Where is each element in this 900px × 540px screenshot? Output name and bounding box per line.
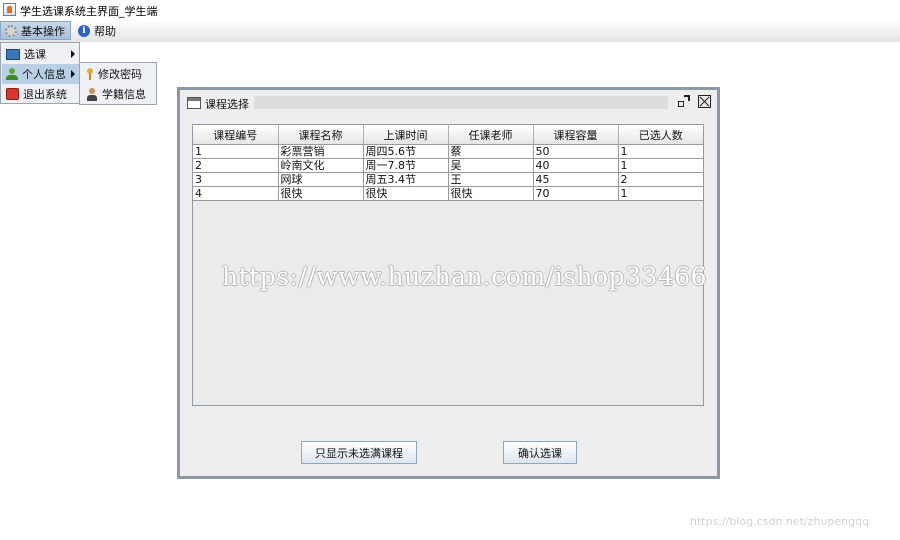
menu-basic-operations[interactable]: 基本操作 <box>0 21 71 40</box>
menu-item-personal-info[interactable]: 个人信息 <box>2 64 79 84</box>
table-cell[interactable]: 2 <box>193 158 279 173</box>
table-cell[interactable]: 40 <box>533 158 619 173</box>
menu-item-change-password[interactable]: 修改密码 <box>81 64 155 84</box>
key-icon <box>87 68 93 80</box>
submenu-arrow-icon <box>71 50 75 58</box>
window-title-bar: 学生选课系统主界面_学生端 <box>0 0 900 20</box>
table-cell[interactable]: 很快 <box>363 186 449 201</box>
gear-icon <box>5 24 17 37</box>
table-cell[interactable]: 70 <box>533 186 619 201</box>
menu-help-label: 帮助 <box>94 24 116 38</box>
table-cell[interactable]: 1 <box>618 158 703 173</box>
personal-info-submenu: 修改密码 学籍信息 <box>79 62 157 105</box>
confirm-selection-button[interactable]: 确认选课 <box>503 441 577 464</box>
close-icon[interactable] <box>698 95 711 108</box>
table-cell[interactable]: 吴 <box>448 158 534 173</box>
menu-item-select-course-label: 选课 <box>24 48 46 61</box>
table-cell[interactable]: 1 <box>618 144 703 159</box>
exit-icon <box>6 88 19 100</box>
table-cell[interactable]: 蔡 <box>448 144 534 159</box>
info-icon: i <box>78 24 90 37</box>
person-icon <box>6 67 18 81</box>
table-header-row: 课程编号 课程名称 上课时间 任课老师 课程容量 已选人数 <box>193 125 703 145</box>
table-cell[interactable]: 很快 <box>448 186 534 201</box>
table-cell[interactable]: 45 <box>533 172 619 187</box>
column-header-capacity[interactable]: 课程容量 <box>533 125 619 145</box>
menu-item-select-course[interactable]: 选课 <box>2 44 79 64</box>
menu-item-student-record-label: 学籍信息 <box>102 88 146 101</box>
frame-icon <box>187 97 201 109</box>
restore-icon[interactable] <box>677 95 691 109</box>
table-row[interactable]: 4 很快 很快 很快 70 1 <box>193 186 703 201</box>
table-cell[interactable]: 1 <box>618 186 703 201</box>
menu-item-personal-info-label: 个人信息 <box>22 68 66 81</box>
student-icon <box>87 87 97 101</box>
column-header-enrolled[interactable]: 已选人数 <box>618 125 703 145</box>
table-cell[interactable]: 50 <box>533 144 619 159</box>
menu-bar: 基本操作 i 帮助 <box>0 20 900 42</box>
course-icon <box>6 48 20 60</box>
column-header-teacher[interactable]: 任课老师 <box>448 125 534 145</box>
table-row[interactable]: 2 岭南文化 周一7.8节 吴 40 1 <box>193 158 703 173</box>
table-cell[interactable]: 岭南文化 <box>278 158 364 173</box>
column-header-course-name[interactable]: 课程名称 <box>278 125 364 145</box>
table-cell[interactable]: 4 <box>193 186 279 201</box>
basic-operations-popup: 选课 个人信息 退出系统 <box>0 42 80 104</box>
table-row[interactable]: 3 网球 周五3.4节 王 45 2 <box>193 172 703 187</box>
table-row[interactable]: 1 彩票营销 周四5.6节 蔡 50 1 <box>193 144 703 159</box>
submenu-arrow-icon <box>71 70 75 78</box>
menu-help[interactable]: i 帮助 <box>74 21 122 40</box>
course-selection-window: 课程选择 课程编号 课程名称 上课时间 任课老师 课程容量 已选人数 1 彩票营… <box>177 87 720 479</box>
course-selection-title-bar[interactable]: 课程选择 <box>180 90 717 115</box>
java-app-icon <box>3 3 16 16</box>
menu-item-change-password-label: 修改密码 <box>98 68 142 81</box>
title-bar-grip <box>254 96 668 109</box>
menu-item-exit[interactable]: 退出系统 <box>2 84 79 104</box>
table-cell[interactable]: 很快 <box>278 186 364 201</box>
watermark-text: https://www.huzhan.com/ishop33466 <box>222 262 708 291</box>
course-table: 课程编号 课程名称 上课时间 任课老师 课程容量 已选人数 1 彩票营销 周四5… <box>193 125 703 201</box>
table-cell[interactable]: 2 <box>618 172 703 187</box>
table-cell[interactable]: 3 <box>193 172 279 187</box>
table-cell[interactable]: 周五3.4节 <box>363 172 449 187</box>
menu-item-exit-label: 退出系统 <box>23 88 67 101</box>
table-cell[interactable]: 周一7.8节 <box>363 158 449 173</box>
window-title: 学生选课系统主界面_学生端 <box>20 5 158 18</box>
blog-credit-text: https://blog.csdn.net/zhupengqq <box>690 515 870 528</box>
table-cell[interactable]: 周四5.6节 <box>363 144 449 159</box>
table-cell[interactable]: 彩票营销 <box>278 144 364 159</box>
menu-basic-operations-label: 基本操作 <box>21 24 65 38</box>
table-cell[interactable]: 网球 <box>278 172 364 187</box>
table-cell[interactable]: 1 <box>193 144 279 159</box>
menu-item-student-record[interactable]: 学籍信息 <box>81 84 155 104</box>
column-header-course-id[interactable]: 课程编号 <box>193 125 279 145</box>
course-selection-title: 课程选择 <box>205 98 249 111</box>
table-cell[interactable]: 王 <box>448 172 534 187</box>
column-header-class-time[interactable]: 上课时间 <box>363 125 449 145</box>
show-unfilled-courses-button[interactable]: 只显示未选满课程 <box>301 441 417 464</box>
